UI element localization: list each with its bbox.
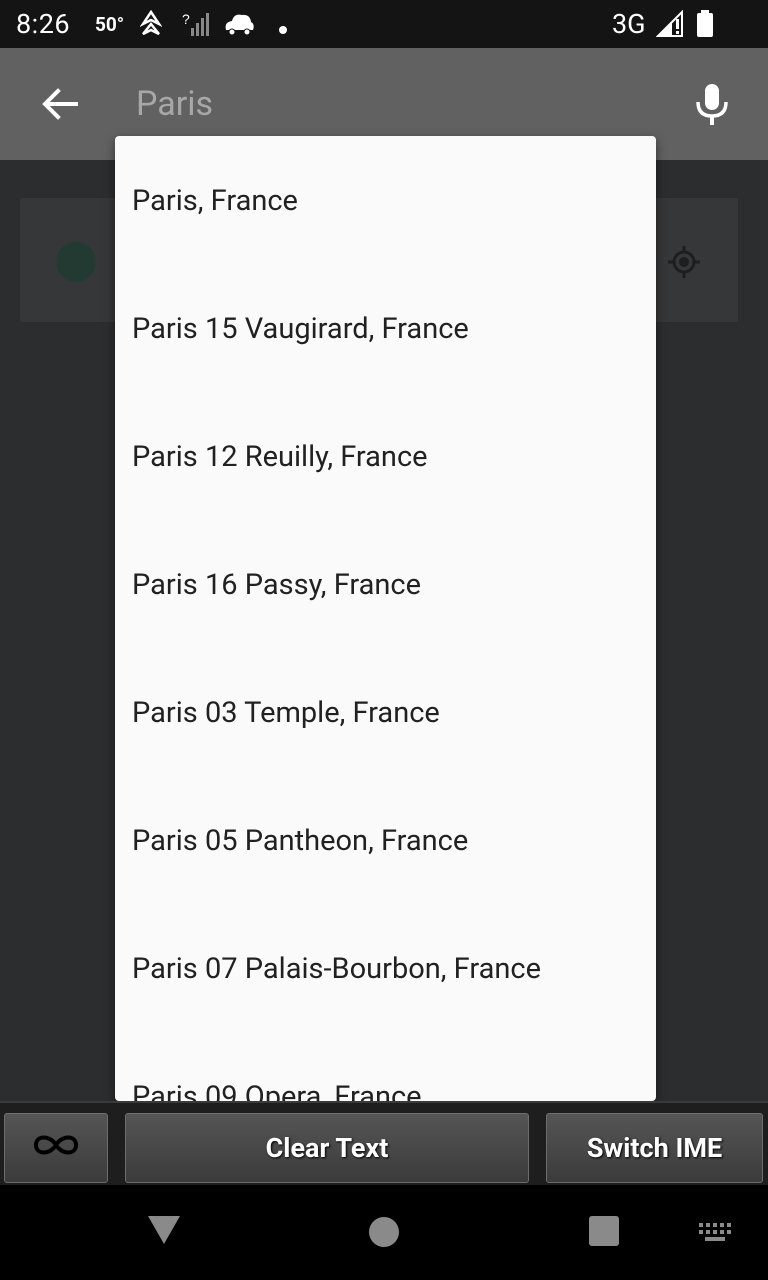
suggestion-item[interactable]: Paris 07 Palais-Bourbon, France (115, 905, 656, 1033)
notification-dot-icon (278, 20, 288, 39)
no-signal-icon: ? (182, 10, 210, 42)
ime-toolbar: Clear Text Switch IME (0, 1101, 768, 1185)
status-bar: 8:26 50° ? 3G (0, 0, 768, 48)
keyboard-icon[interactable] (698, 1222, 732, 1246)
infinity-button[interactable] (4, 1113, 108, 1183)
suggestion-item[interactable]: Paris 12 Reuilly, France (115, 393, 656, 521)
infinity-icon (31, 1132, 81, 1165)
suggestion-item[interactable]: Paris 16 Passy, France (115, 521, 656, 649)
navigation-arrow-icon (139, 9, 163, 42)
suggestion-item[interactable]: Paris 15 Vaugirard, France (115, 265, 656, 393)
suggestion-item[interactable]: Paris 03 Temple, France (115, 649, 656, 777)
signal-alert-icon (655, 9, 684, 42)
status-network: 3G (612, 8, 646, 40)
map-marker-icon (56, 242, 96, 282)
my-location-icon (666, 244, 702, 280)
microphone-icon[interactable] (694, 82, 730, 126)
suggestion-item[interactable]: Paris 09 Opera, France (115, 1033, 656, 1101)
clear-text-button[interactable]: Clear Text (125, 1113, 529, 1183)
suggestions-dropdown: Paris, France Paris 15 Vaugirard, France… (115, 136, 656, 1101)
nav-home-icon[interactable] (369, 1217, 399, 1247)
nav-recents-icon[interactable] (589, 1216, 619, 1246)
switch-ime-button[interactable]: Switch IME (546, 1113, 763, 1183)
svg-text:?: ? (182, 11, 190, 27)
system-nav-bar (0, 1185, 768, 1280)
back-arrow-icon[interactable] (40, 84, 80, 124)
cloud-car-icon (222, 10, 256, 42)
battery-icon (696, 10, 714, 42)
status-temperature: 50° (95, 13, 125, 36)
status-time: 8:26 (16, 8, 71, 40)
search-input[interactable] (136, 80, 656, 128)
suggestion-item[interactable]: Paris, France (115, 137, 656, 265)
suggestion-item[interactable]: Paris 05 Pantheon, France (115, 777, 656, 905)
nav-back-icon[interactable] (147, 1215, 181, 1249)
